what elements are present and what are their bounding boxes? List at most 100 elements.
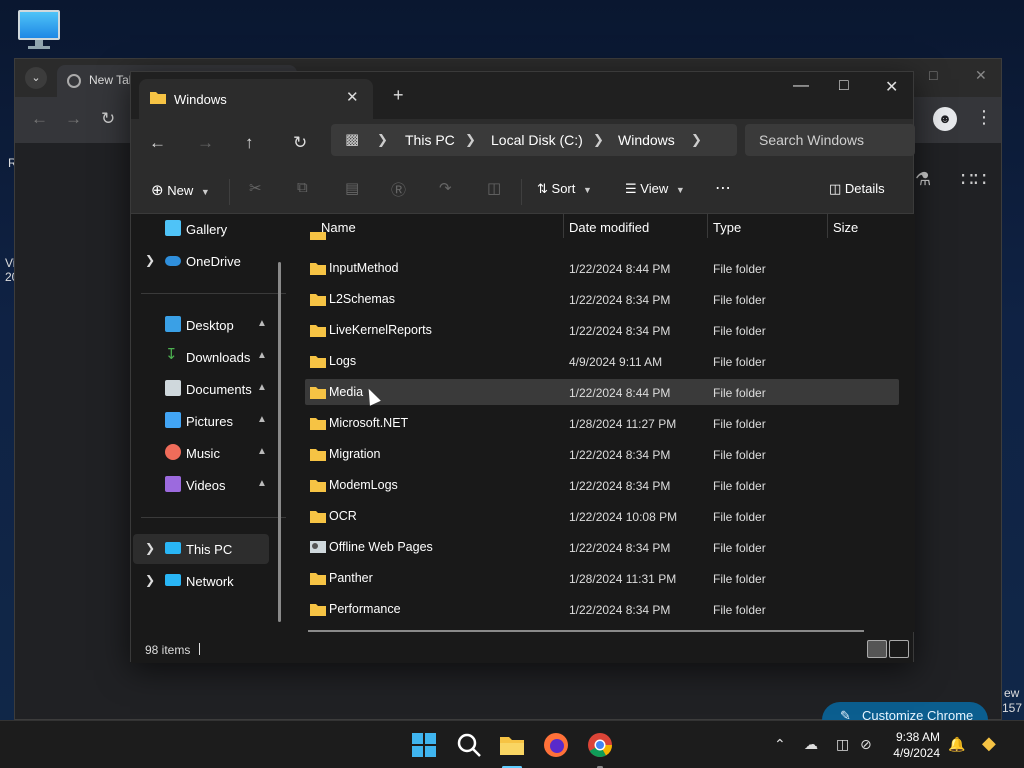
nav-item-network[interactable]: ❯ Network	[133, 566, 269, 596]
file-explorer-taskbar-icon[interactable]	[498, 731, 526, 759]
search-icon[interactable]	[455, 731, 483, 759]
nav-item-downloads[interactable]: ↧ Downloads ▲	[133, 342, 269, 372]
nav-item-desktop[interactable]: Desktop ▲	[133, 310, 269, 340]
breadcrumb-local-disk[interactable]: Local Disk (C:)	[491, 132, 583, 148]
new-button[interactable]: ⊕ New ▼	[151, 181, 210, 199]
details-button[interactable]: ◫ Details	[829, 181, 885, 197]
back-icon[interactable]: ←	[149, 133, 166, 153]
labs-flask-icon[interactable]: ⚗	[915, 169, 931, 190]
firefox-icon[interactable]	[542, 731, 570, 759]
tab-close-icon[interactable]: ✕	[346, 88, 359, 106]
pin-icon[interactable]: ▲	[257, 414, 267, 425]
chevron-right-icon[interactable]: ❯	[691, 132, 702, 148]
chrome-reload-icon[interactable]: ↻	[101, 109, 115, 129]
chevron-right-icon[interactable]: ❯	[145, 253, 155, 267]
refresh-icon[interactable]: ↻	[293, 133, 307, 153]
nav-item-videos[interactable]: Videos ▲	[133, 470, 269, 500]
file-name: Performance	[329, 602, 401, 616]
file-row[interactable]: ModemLogs 1/22/2024 8:34 PM File folder	[305, 472, 899, 498]
chrome-icon[interactable]	[586, 731, 614, 759]
nav-item-label: Network	[186, 574, 234, 589]
plus-circle-icon: ⊕	[151, 182, 164, 199]
tab-search-chevron-icon[interactable]: ⌄	[25, 67, 47, 89]
account-icon[interactable]: ☻	[933, 107, 957, 131]
pin-icon[interactable]: ▲	[257, 478, 267, 489]
pin-icon[interactable]: ▲	[257, 350, 267, 361]
copy-icon[interactable]: ⧉	[297, 179, 308, 196]
nav-pane-scrollbar[interactable]	[278, 262, 281, 622]
chrome-close-icon[interactable]: ✕	[975, 67, 987, 84]
close-icon[interactable]: ✕	[885, 77, 898, 97]
start-windows-icon[interactable]	[410, 731, 438, 759]
nav-item-onedrive[interactable]: ❯ OneDrive	[133, 246, 269, 276]
sort-caret-icon: ⌃	[434, 214, 442, 219]
search-input[interactable]: Search Windows	[745, 124, 915, 156]
up-arrow-icon[interactable]: ↑	[245, 133, 254, 153]
folder-icon	[310, 356, 326, 368]
file-row[interactable]: Migration 1/22/2024 8:34 PM File folder	[305, 441, 899, 467]
chrome-back-icon[interactable]: ←	[31, 109, 48, 129]
file-row[interactable]: InputMethod 1/22/2024 8:44 PM File folder	[305, 255, 899, 281]
chrome-forward-icon[interactable]: →	[65, 109, 82, 129]
computer-desktop-icon[interactable]	[18, 10, 60, 50]
chevron-right-icon[interactable]: ❯	[465, 132, 476, 148]
nav-item-gallery[interactable]: Gallery	[133, 214, 269, 244]
file-row[interactable]: Microsoft.NET 1/28/2024 11:27 PM File fold…	[305, 410, 899, 436]
show-hidden-icons-chevron-icon[interactable]: ⌃	[774, 736, 786, 753]
chevron-right-icon[interactable]: ❯	[593, 132, 604, 148]
chrome-maximize-icon[interactable]: □	[929, 67, 937, 83]
file-row[interactable]: Performance 1/22/2024 8:34 PM File folder	[305, 596, 899, 622]
file-type: File folder	[713, 541, 766, 555]
details-label: Details	[844, 181, 885, 196]
status-divider	[199, 643, 200, 655]
volume-muted-icon[interactable]: ⊘	[860, 736, 872, 753]
file-row[interactable]: L2Schemas 1/22/2024 8:34 PM File folder	[305, 286, 899, 312]
address-bar[interactable]: ▩ ❯ This PC ❯ Local Disk (C:) ❯ Windows …	[331, 124, 737, 156]
nav-item-documents[interactable]: Documents ▲	[133, 374, 269, 404]
explorer-tab[interactable]: Windows ✕	[139, 79, 373, 119]
computer-icon	[165, 542, 181, 554]
details-view-icon[interactable]	[867, 640, 887, 658]
chrome-menu-icon[interactable]: ⋮	[975, 107, 993, 128]
chevron-right-icon[interactable]: ❯	[145, 573, 155, 587]
notification-bell-icon[interactable]: 🔔	[948, 736, 965, 753]
new-tab-plus-icon[interactable]: +	[393, 85, 404, 106]
cloud-offline-icon[interactable]: ☁	[804, 736, 818, 753]
file-row[interactable]: OCR 1/22/2024 10:08 PM File folder	[305, 503, 899, 529]
chevron-right-icon[interactable]: ❯	[377, 132, 388, 148]
cut-icon[interactable]: ✂	[249, 179, 262, 197]
details-pane-icon: ◫	[829, 181, 842, 196]
view-button[interactable]: ☰ View ▼	[625, 181, 685, 197]
minimize-icon[interactable]: —	[793, 77, 809, 95]
nav-item-music[interactable]: Music ▲	[133, 438, 269, 468]
pin-icon[interactable]: ▲	[257, 382, 267, 393]
apps-grid-icon[interactable]: ∷∷	[961, 167, 986, 192]
file-row[interactable]: Panther 1/28/2024 11:31 PM File folder	[305, 565, 899, 591]
more-options-icon[interactable]: ⋯	[715, 178, 731, 198]
clock[interactable]: 9:38 AM 4/9/2024	[882, 729, 940, 761]
network-status-icon[interactable]: ◫	[836, 736, 849, 753]
rename-icon[interactable]: Ⓡ	[391, 179, 406, 200]
file-row[interactable]: Media 1/22/2024 8:44 PM File folder	[305, 379, 899, 405]
pin-icon[interactable]: ▲	[257, 446, 267, 457]
chevron-down-icon: ▼	[200, 187, 210, 197]
delete-icon[interactable]: ◫	[487, 179, 501, 197]
maximize-icon[interactable]: □	[839, 77, 849, 95]
breadcrumb-windows[interactable]: Windows	[618, 132, 675, 148]
breadcrumb-this-pc[interactable]: This PC	[405, 132, 455, 148]
paste-icon[interactable]: ▤	[345, 179, 359, 197]
copilot-preview-icon[interactable]: ◆	[982, 733, 996, 754]
nav-item-label: This PC	[186, 542, 233, 557]
pin-icon[interactable]: ▲	[257, 318, 267, 329]
sort-button[interactable]: ⇅ Sort ▼	[537, 181, 592, 197]
nav-item-this-pc[interactable]: ❯ This PC	[133, 534, 269, 564]
file-row[interactable]: Offline Web Pages 1/22/2024 8:34 PM File f…	[305, 534, 899, 560]
nav-item-pictures[interactable]: Pictures ▲	[133, 406, 269, 436]
file-row[interactable]: LiveKernelReports 1/22/2024 8:34 PM File f…	[305, 317, 899, 343]
nav-item-label: Gallery	[186, 222, 228, 237]
chevron-right-icon[interactable]: ❯	[145, 541, 155, 555]
share-icon[interactable]: ↷	[439, 179, 452, 197]
tiles-view-icon[interactable]	[889, 640, 909, 658]
forward-icon[interactable]: →	[197, 133, 214, 153]
file-row[interactable]: Logs 4/9/2024 9:11 AM File folder	[305, 348, 899, 374]
